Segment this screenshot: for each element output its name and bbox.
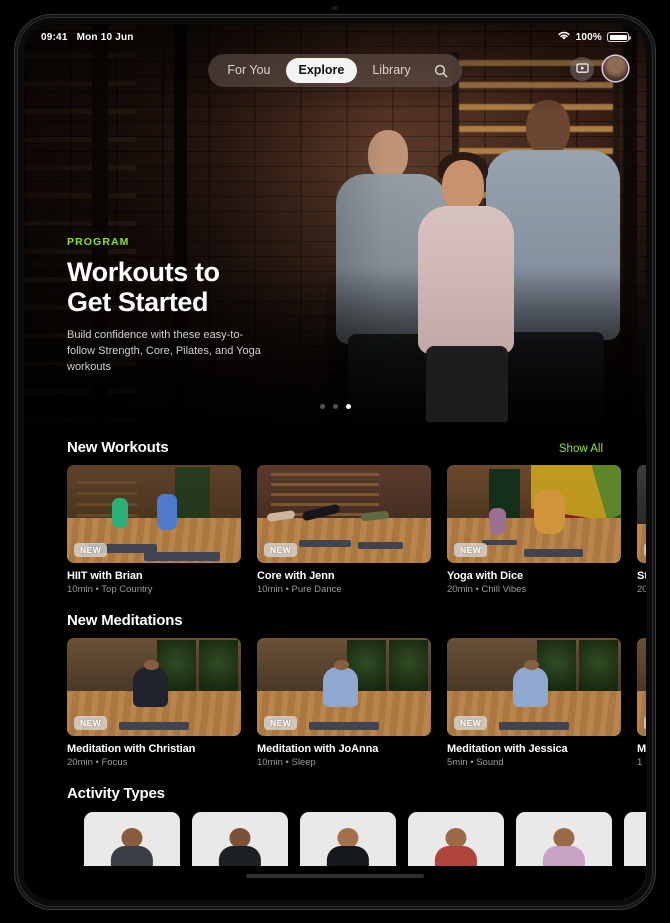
- card-subtitle: 20: [637, 584, 646, 595]
- hero-title-line-2: Get Started: [67, 287, 209, 318]
- workout-card[interactable]: N St 20: [637, 465, 646, 595]
- hero-description: Build confidence with these easy-to-foll…: [67, 329, 261, 373]
- section-header-new-workouts: New Workouts Show All: [24, 439, 646, 456]
- card-thumbnail[interactable]: NEW: [447, 638, 621, 736]
- card-title: Core with Jenn: [257, 570, 335, 582]
- meditation-card[interactable]: N M 1: [637, 638, 646, 768]
- top-navigation: For You Explore Library: [24, 54, 646, 87]
- section-header-activity-types: Activity Types: [24, 785, 646, 802]
- front-camera-dot: [331, 6, 339, 10]
- content-scroll-area[interactable]: New Workouts Show All NEW HIIT with Brian…: [24, 422, 646, 900]
- battery-percent-label: 100%: [575, 31, 602, 43]
- new-badge: N: [644, 542, 646, 557]
- card-subtitle: 10min • Top Country: [67, 584, 153, 595]
- card-subtitle: 20min • Chill Vibes: [447, 584, 527, 595]
- wifi-icon: [557, 30, 571, 44]
- new-badge: NEW: [264, 542, 298, 557]
- nav-right-controls: [570, 56, 628, 81]
- workout-card-row[interactable]: NEW HIIT with Brian 10min • Top Country NEW…: [24, 465, 646, 595]
- meditation-card[interactable]: NEW Meditation with Jessica 5min • Sound: [447, 638, 621, 768]
- new-badge: NEW: [454, 542, 488, 557]
- tab-for-you[interactable]: For You: [214, 58, 283, 83]
- battery-icon: [607, 32, 631, 42]
- page-dot-3[interactable]: [345, 404, 351, 409]
- card-thumbnail[interactable]: NEW: [67, 465, 241, 563]
- card-thumbnail[interactable]: NEW: [257, 638, 431, 736]
- workout-card[interactable]: NEW HIIT with Brian 10min • Top Country: [67, 465, 241, 595]
- new-badge: N: [644, 715, 646, 730]
- section-title: New Workouts: [67, 439, 169, 456]
- card-title: Yoga with Dice: [447, 570, 524, 582]
- card-subtitle: 5min • Sound: [447, 757, 504, 768]
- activity-figure-head: [229, 828, 251, 848]
- meditation-card[interactable]: NEW Meditation with Christian 20min • Focu…: [67, 638, 241, 768]
- card-subtitle: 10min • Sleep: [257, 757, 316, 768]
- ipad-device-frame: PROGRAM Workouts to Get Started Build co…: [14, 6, 656, 910]
- hero-title-line-1: Workouts to: [67, 257, 220, 287]
- card-thumbnail[interactable]: NEW: [257, 465, 431, 563]
- hero-eyebrow: PROGRAM: [67, 236, 130, 248]
- section-title: Activity Types: [67, 785, 165, 802]
- home-indicator-bar: [24, 866, 646, 900]
- new-badge: NEW: [264, 715, 298, 730]
- card-thumbnail[interactable]: NEW: [447, 465, 621, 563]
- card-thumbnail[interactable]: NEW: [67, 638, 241, 736]
- section-header-new-meditations: New Meditations: [24, 612, 646, 629]
- section-title: New Meditations: [67, 612, 183, 629]
- card-thumbnail[interactable]: N: [637, 638, 646, 736]
- airplay-video-icon[interactable]: [570, 56, 594, 81]
- status-bar: 09:41 Mon 10 Jun 100%: [24, 24, 646, 50]
- activity-figure-head: [445, 828, 467, 848]
- meditation-card[interactable]: NEW Meditation with JoAnna 10min • Sleep: [257, 638, 431, 768]
- card-subtitle: 1: [637, 757, 643, 768]
- card-title: St: [637, 570, 646, 582]
- segmented-control: For You Explore Library: [208, 54, 462, 87]
- hero-copy: PROGRAM Workouts to Get Started Build co…: [67, 236, 367, 376]
- workout-card[interactable]: NEW Yoga with Dice 20min • Chill Vibes: [447, 465, 621, 595]
- card-title: Meditation with Jessica: [447, 743, 568, 755]
- search-icon[interactable]: [426, 58, 456, 83]
- activity-figure-head: [121, 828, 143, 848]
- page-dot-2[interactable]: [332, 404, 338, 409]
- card-subtitle: 20min • Focus: [67, 757, 128, 768]
- avatar[interactable]: [603, 56, 628, 81]
- workout-card[interactable]: NEW Core with Jenn 10min • Pure Dance: [257, 465, 431, 595]
- meditation-card-row[interactable]: NEW Meditation with Christian 20min • Focu…: [24, 638, 646, 768]
- card-title: M: [637, 743, 646, 755]
- card-thumbnail[interactable]: N: [637, 465, 646, 563]
- card-title: HIIT with Brian: [67, 570, 143, 582]
- page-dot-1[interactable]: [319, 404, 325, 409]
- trainer-center: [406, 150, 526, 422]
- card-title: Meditation with JoAnna: [257, 743, 379, 755]
- card-subtitle: 10min • Pure Dance: [257, 584, 342, 595]
- new-badge: NEW: [74, 715, 108, 730]
- status-time: 09:41: [41, 31, 68, 43]
- tab-library[interactable]: Library: [359, 58, 423, 83]
- hero-page-dots[interactable]: [24, 404, 646, 409]
- new-badge: NEW: [74, 542, 108, 557]
- activity-figure-head: [553, 828, 575, 848]
- tab-explore[interactable]: Explore: [285, 58, 358, 83]
- ipad-screen: PROGRAM Workouts to Get Started Build co…: [24, 24, 646, 900]
- activity-figure-head: [337, 828, 359, 848]
- status-date: Mon 10 Jun: [76, 31, 134, 43]
- show-all-button[interactable]: Show All: [559, 443, 603, 455]
- new-badge: NEW: [454, 715, 488, 730]
- card-title: Meditation with Christian: [67, 743, 196, 755]
